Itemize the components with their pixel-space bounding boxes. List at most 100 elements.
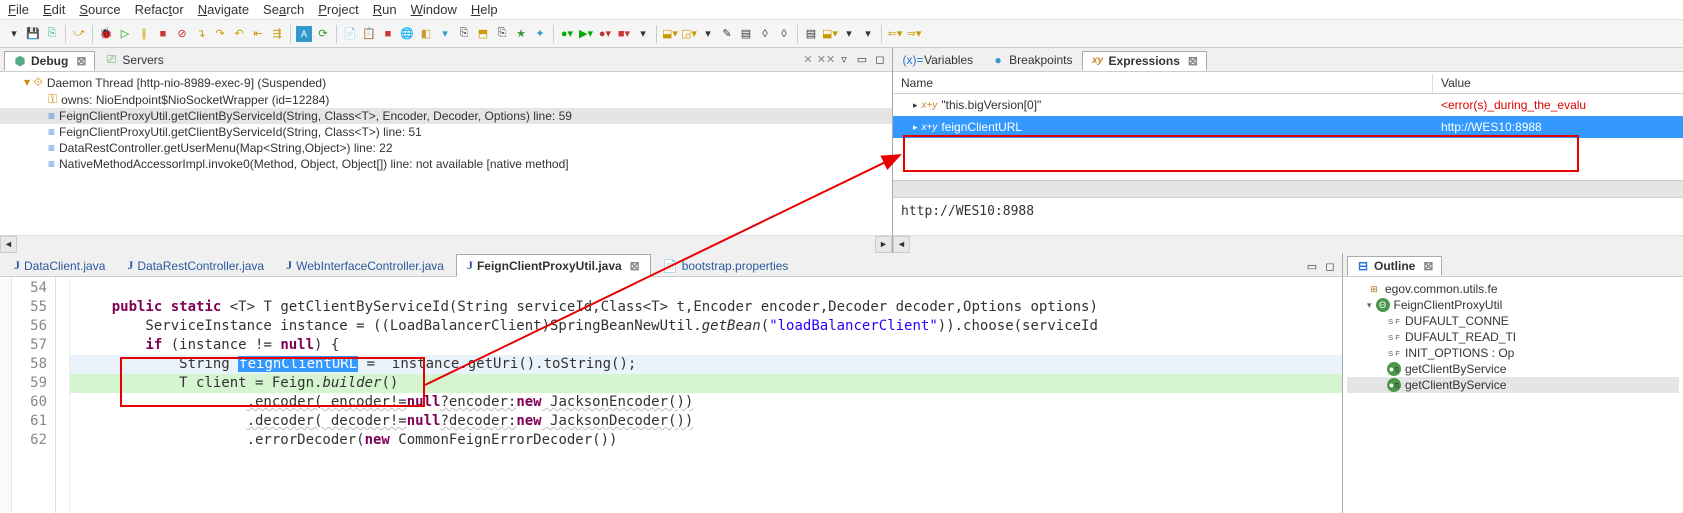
drop-to-frame-icon[interactable]: ⇤ xyxy=(250,26,266,42)
col-value[interactable]: Value xyxy=(1433,74,1683,92)
tb-browser[interactable]: 🌐 xyxy=(399,26,415,42)
stack-frame[interactable]: ≡DataRestController.getUserMenu(Map<Stri… xyxy=(0,140,892,156)
tab-debug[interactable]: ⬢ Debug ⊠ xyxy=(4,51,95,71)
run-dropdown-icon[interactable]: ●▾ xyxy=(559,26,575,42)
code-line[interactable]: .decoder( decoder!=null?decoder:new Jack… xyxy=(70,412,1342,431)
col-name[interactable]: Name xyxy=(893,74,1433,92)
resume-icon[interactable]: ▷ xyxy=(117,26,133,42)
tb-i1[interactable]: ■ xyxy=(380,26,396,42)
disconnect-icon[interactable]: ⊘ xyxy=(174,26,190,42)
code-line[interactable]: if (instance != null) { xyxy=(70,336,1342,355)
tab-outline[interactable]: ⊟ Outline ⊠ xyxy=(1347,256,1442,276)
tb-i2[interactable]: ◧ xyxy=(418,26,434,42)
menu-help[interactable]: Help xyxy=(471,2,498,17)
tab-servers[interactable]: ⎚ Servers xyxy=(95,50,172,70)
close-icon[interactable]: ⊠ xyxy=(1188,54,1198,68)
code-line[interactable]: .encoder( encoder!=null?encoder:new Jack… xyxy=(70,393,1342,412)
code-line[interactable]: String feignClientURL = instance.getUri(… xyxy=(70,355,1342,374)
tab-expressions[interactable]: xy Expressions ⊠ xyxy=(1082,51,1207,71)
remove-all-icon[interactable]: ✕✕ xyxy=(818,52,834,68)
editor-tab[interactable]: 📄 bootstrap.properties xyxy=(653,256,799,276)
tb-i5[interactable]: ⬒ xyxy=(475,26,491,42)
expression-row[interactable]: ▸ x+y feignClientURLhttp://WES10:8988 xyxy=(893,116,1683,138)
outline-item[interactable]: ●SgetClientByService xyxy=(1347,361,1679,377)
pause-icon[interactable]: ∥ xyxy=(136,26,152,42)
vars-hscroll[interactable]: ◄ xyxy=(893,235,1683,252)
tb-i20[interactable]: ▾ xyxy=(841,26,857,42)
view-menu-icon[interactable]: ▿ xyxy=(836,52,852,68)
step-into-icon[interactable]: ↴ xyxy=(193,26,209,42)
outline-item[interactable]: S FDUFAULT_READ_TI xyxy=(1347,329,1679,345)
menu-run[interactable]: Run xyxy=(373,2,397,17)
tb-i8[interactable]: ✦ xyxy=(532,26,548,42)
debug-stack-tree[interactable]: ▾ ⟐Daemon Thread [http-nio-8989-exec-9] … xyxy=(0,72,892,235)
menu-file[interactable]: File xyxy=(8,2,29,17)
tb-i15[interactable]: ▤ xyxy=(738,26,754,42)
debug-icon[interactable]: 🐞 xyxy=(98,26,114,42)
tb-refresh[interactable]: ⟳ xyxy=(315,26,331,42)
menu-navigate[interactable]: Navigate xyxy=(198,2,249,17)
stack-frame[interactable]: ▾ ⟐Daemon Thread [http-nio-8989-exec-9] … xyxy=(0,74,892,91)
back-icon[interactable]: ⇐▾ xyxy=(887,26,903,42)
save-icon[interactable]: 💾 xyxy=(25,26,41,42)
code-line[interactable]: public static <T> T getClientByServiceId… xyxy=(70,298,1342,317)
tb-i17[interactable]: ◊ xyxy=(776,26,792,42)
code-editor[interactable]: public static <T> T getClientByServiceId… xyxy=(70,277,1342,513)
tb-i9[interactable]: ●▾ xyxy=(597,26,613,42)
menu-window[interactable]: Window xyxy=(411,2,457,17)
fold-gutter[interactable] xyxy=(56,277,70,513)
expressions-rows[interactable]: ▸ x+y "this.bigVersion[0]"<error(s)_duri… xyxy=(893,94,1683,180)
outline-item[interactable]: ●SgetClientByService xyxy=(1347,377,1679,393)
debug-hscroll[interactable]: ◄ ► xyxy=(0,235,892,252)
scroll-right-icon[interactable]: ► xyxy=(875,236,892,253)
tb-i11[interactable]: ⬓▾ xyxy=(662,26,678,42)
tb-i3[interactable]: ▾ xyxy=(437,26,453,42)
tb-i21[interactable]: ▾ xyxy=(860,26,876,42)
tb-i4[interactable]: ⎘ xyxy=(456,26,472,42)
tb-a[interactable]: A xyxy=(296,26,312,42)
tb-new-file[interactable]: 📄 xyxy=(342,26,358,42)
tb-i19[interactable]: ⬓▾ xyxy=(822,26,838,42)
editor-tab[interactable]: J DataRestController.java xyxy=(117,255,274,276)
tb-cal[interactable]: 📋 xyxy=(361,26,377,42)
editor-tab[interactable]: J DataClient.java xyxy=(4,255,115,276)
tb-i18[interactable]: ▤ xyxy=(803,26,819,42)
skip-icon[interactable]: ⤻ xyxy=(71,26,87,42)
tb-i14[interactable]: ✎ xyxy=(719,26,735,42)
forward-icon[interactable]: ⇒▾ xyxy=(906,26,922,42)
tb-stop2[interactable]: ■▾ xyxy=(616,26,632,42)
expression-row[interactable]: ▸ x+y "this.bigVersion[0]"<error(s)_duri… xyxy=(893,94,1683,116)
outline-item[interactable]: S FINIT_OPTIONS : Op xyxy=(1347,345,1679,361)
use-step-filters-icon[interactable]: ⇶ xyxy=(269,26,285,42)
minimize-icon[interactable]: ▭ xyxy=(1304,258,1320,274)
stack-frame[interactable]: ≡FeignClientProxyUtil.getClientByService… xyxy=(0,108,892,124)
menu-project[interactable]: Project xyxy=(318,2,358,17)
new-icon[interactable]: ▾ xyxy=(6,26,22,42)
outline-item[interactable]: S FDUFAULT_CONNE xyxy=(1347,313,1679,329)
editor-tab[interactable]: J WebInterfaceController.java xyxy=(276,255,454,276)
maximize-icon[interactable]: ◻ xyxy=(872,52,888,68)
stop-icon[interactable]: ■ xyxy=(155,26,171,42)
scroll-left-icon[interactable]: ◄ xyxy=(0,236,17,253)
step-return-icon[interactable]: ↶ xyxy=(231,26,247,42)
tb-i6[interactable]: ⎘ xyxy=(494,26,510,42)
close-icon[interactable]: ⊠ xyxy=(630,259,640,273)
editor-tab[interactable]: J FeignClientProxyUtil.java ⊠ xyxy=(456,254,651,277)
tb-i12[interactable]: ◲▾ xyxy=(681,26,697,42)
menu-search[interactable]: Search xyxy=(263,2,304,17)
step-over-icon[interactable]: ↷ xyxy=(212,26,228,42)
maximize-icon[interactable]: ◻ xyxy=(1322,258,1338,274)
tb-i13[interactable]: ▾ xyxy=(700,26,716,42)
breakpoint-gutter[interactable] xyxy=(0,277,12,513)
stack-frame[interactable]: ≡FeignClientProxyUtil.getClientByService… xyxy=(0,124,892,140)
code-line[interactable]: .errorDecoder(new CommonFeignErrorDecode… xyxy=(70,431,1342,450)
save-all-icon[interactable]: ⎘ xyxy=(44,26,60,42)
stack-frame[interactable]: ≡NativeMethodAccessorImpl.invoke0(Method… xyxy=(0,156,892,172)
code-line[interactable]: ServiceInstance instance = ((LoadBalance… xyxy=(70,317,1342,336)
tab-breakpoints[interactable]: ● Breakpoints xyxy=(982,50,1081,70)
code-line[interactable]: T client = Feign.builder() xyxy=(70,374,1342,393)
outline-tree[interactable]: ⊞egov.common.utils.fe▾ ΘFeignClientProxy… xyxy=(1343,277,1683,513)
outline-item[interactable]: ▾ ΘFeignClientProxyUtil xyxy=(1347,297,1679,313)
code-line[interactable] xyxy=(70,279,1342,298)
menu-edit[interactable]: Edit xyxy=(43,2,65,17)
